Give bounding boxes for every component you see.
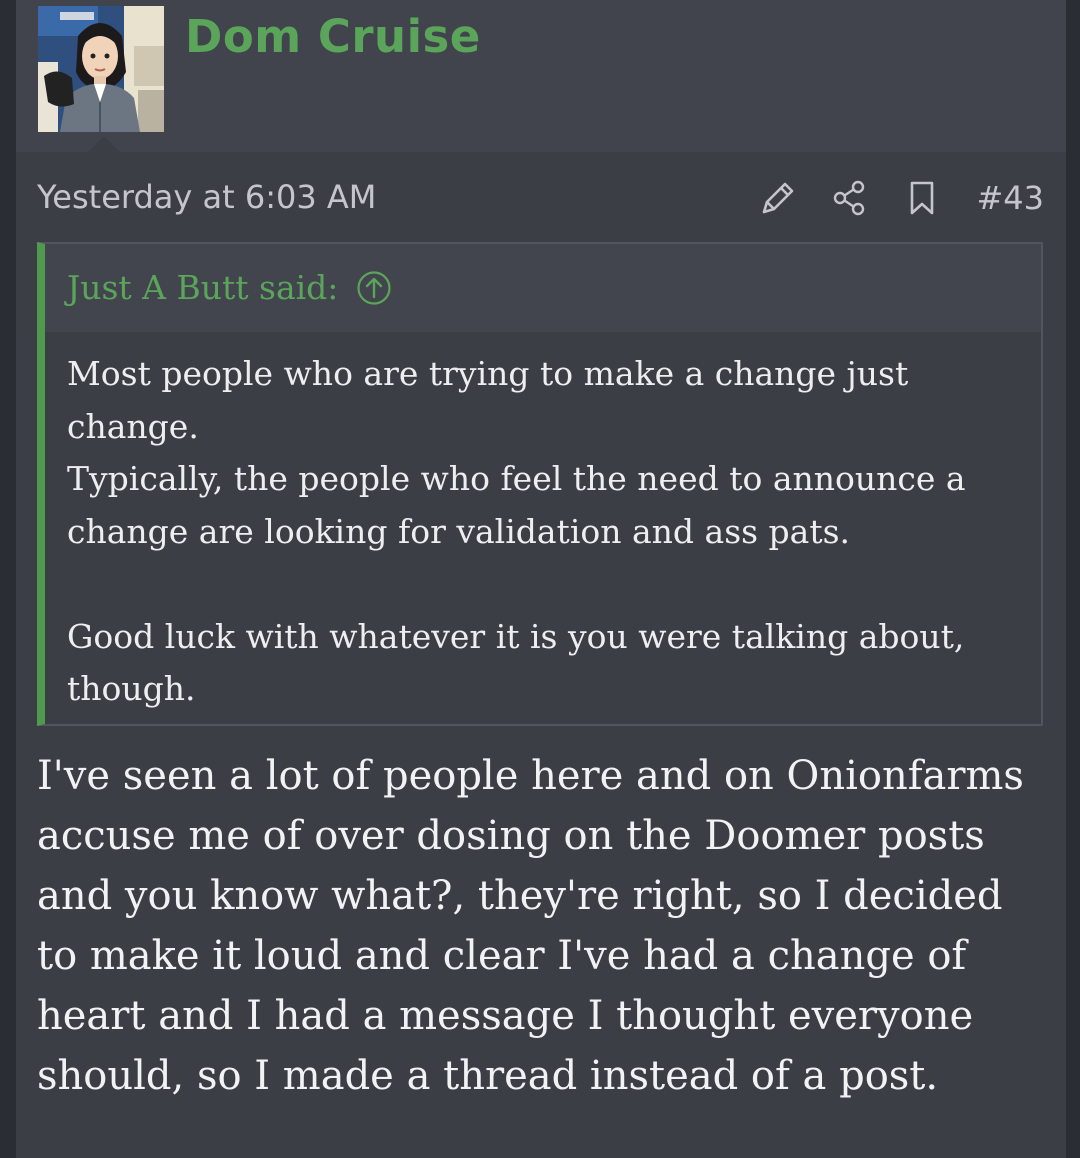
quote-line: Most people who are trying to make a cha…	[67, 354, 909, 446]
quote-author[interactable]: Just A Butt said:	[67, 268, 392, 307]
arrow-up-circle-icon[interactable]	[356, 270, 392, 306]
quote-line: Good luck with whatever it is you were t…	[67, 616, 965, 709]
quote-header: Just A Butt said:	[45, 244, 1041, 332]
quote-block: Just A Butt said: Most people who are tr…	[37, 242, 1043, 726]
quote-spacer	[67, 558, 1027, 611]
post-actions: #43	[726, 178, 1044, 218]
post-timestamp[interactable]: Yesterday at 6:03 AM	[37, 178, 376, 216]
header-pointer	[88, 136, 120, 152]
post-number-link[interactable]: #43	[976, 179, 1044, 217]
pencil-icon[interactable]	[758, 178, 798, 218]
forum-post: Dom Cruise Yesterday at 6:03 AM #43 Just…	[16, 0, 1066, 1158]
quote-author-label: Just A Butt said:	[67, 268, 339, 307]
message-text: I've seen a lot of people here and on On…	[37, 753, 1024, 1099]
bookmark-icon[interactable]	[902, 178, 942, 218]
avatar-image	[38, 6, 164, 132]
author-name[interactable]: Dom Cruise	[185, 10, 481, 63]
page: Dom Cruise Yesterday at 6:03 AM #43 Just…	[0, 0, 1080, 1158]
quote-line: Typically, the people who feel the need …	[67, 459, 966, 551]
quote-content: Most people who are trying to make a cha…	[67, 348, 1027, 716]
share-icon[interactable]	[830, 178, 870, 218]
post-header: Dom Cruise	[16, 0, 1066, 152]
post-message: I've seen a lot of people here and on On…	[37, 746, 1047, 1106]
avatar[interactable]	[38, 6, 164, 132]
